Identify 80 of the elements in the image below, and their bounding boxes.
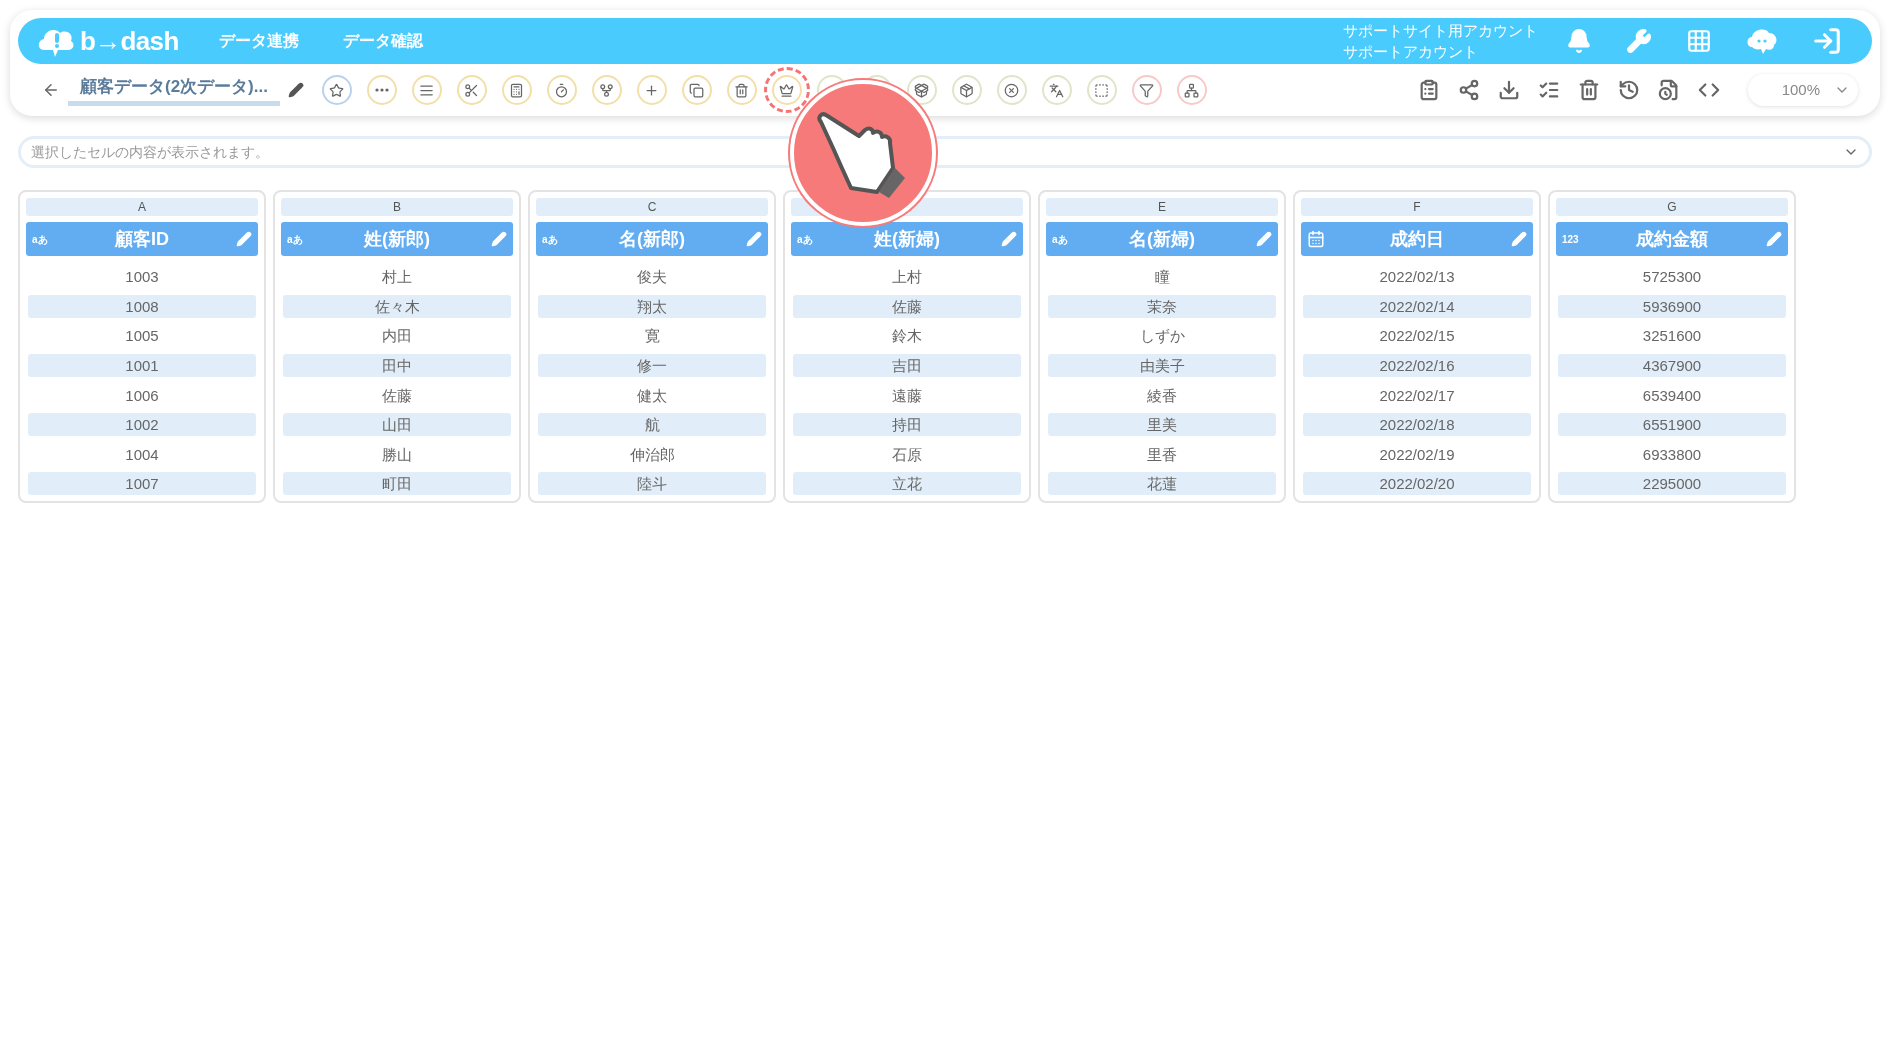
table-cell[interactable]: 6539400	[1558, 383, 1786, 407]
table-cell[interactable]: 寛	[538, 324, 766, 348]
table-cell[interactable]: 1005	[28, 324, 256, 348]
type-label: aあ	[1052, 232, 1068, 247]
table-cell[interactable]: 勝山	[283, 442, 511, 466]
column-name: 名(新婦)	[1128, 227, 1196, 251]
type-label: 123	[1562, 232, 1579, 247]
sheet-title[interactable]: 顧客データ(2次データ)...	[68, 74, 280, 106]
table-cell[interactable]: 健太	[538, 383, 766, 407]
type-label: aあ	[797, 232, 813, 247]
column-name: 姓(新郎)	[362, 227, 431, 251]
column-letter[interactable]: A	[26, 198, 258, 216]
table-cell[interactable]: 1004	[28, 442, 256, 466]
column-letter[interactable]: F	[1301, 198, 1533, 216]
table-cell[interactable]: 内田	[283, 324, 511, 348]
type-label: aあ	[32, 232, 48, 247]
table-cell[interactable]: 1001	[28, 354, 256, 378]
table-cell[interactable]: 上村	[793, 265, 1021, 289]
column-letter[interactable]: C	[536, 198, 768, 216]
table-cell[interactable]: 1007	[28, 472, 256, 496]
table-cell[interactable]: 5725300	[1558, 265, 1786, 289]
cell-viewer-field[interactable]: 選択したセルの内容が表示されます。	[18, 136, 1872, 168]
table-cell[interactable]: 茉奈	[1048, 294, 1276, 318]
type-label: aあ	[542, 232, 558, 247]
table-cell[interactable]: 遠藤	[793, 383, 1021, 407]
table-cell[interactable]: 鈴木	[793, 324, 1021, 348]
table-cell[interactable]: 1006	[28, 383, 256, 407]
table-cell[interactable]: 2022/02/15	[1303, 324, 1531, 348]
table-cell[interactable]: 伸治郎	[538, 442, 766, 466]
account-name: サポートアカウント	[1343, 42, 1479, 62]
table-cell[interactable]: 翔太	[538, 294, 766, 318]
table-cell[interactable]: 2022/02/14	[1303, 294, 1531, 318]
table-cell[interactable]: 2022/02/13	[1303, 265, 1531, 289]
table-cell[interactable]: 里香	[1048, 442, 1276, 466]
column-letter[interactable]: E	[1046, 198, 1278, 216]
table-cell[interactable]: 田中	[283, 354, 511, 378]
table-cell[interactable]: 里美	[1048, 413, 1276, 437]
table-cell[interactable]: 航	[538, 413, 766, 437]
table-cell[interactable]: 2022/02/18	[1303, 413, 1531, 437]
table-cell[interactable]: 佐藤	[793, 294, 1021, 318]
table-cell[interactable]: 2022/02/17	[1303, 383, 1531, 407]
column-letter[interactable]: G	[1556, 198, 1788, 216]
table-cell[interactable]: 俊夫	[538, 265, 766, 289]
table-cell[interactable]: 立花	[793, 472, 1021, 496]
table-cell[interactable]: 2022/02/19	[1303, 442, 1531, 466]
table-cell[interactable]: 1002	[28, 413, 256, 437]
table-cell[interactable]: 綾香	[1048, 383, 1276, 407]
table-cell[interactable]: 5936900	[1558, 294, 1786, 318]
table-cell[interactable]: 町田	[283, 472, 511, 496]
column-name: 成約日	[1389, 227, 1445, 251]
type-label: aあ	[287, 232, 303, 247]
table-cell[interactable]: 村上	[283, 265, 511, 289]
table-cell[interactable]: 修一	[538, 354, 766, 378]
table-cell[interactable]: 4367900	[1558, 354, 1786, 378]
table-cell[interactable]: 佐藤	[283, 383, 511, 407]
table-cell[interactable]: 1003	[28, 265, 256, 289]
column-name: 成約金額	[1635, 227, 1709, 251]
column-name: 名(新郎)	[618, 227, 686, 251]
table-cell[interactable]: 2022/02/16	[1303, 354, 1531, 378]
table-cell[interactable]: 由美子	[1048, 354, 1276, 378]
account-name: サポートサイト用アカウント	[1343, 21, 1538, 41]
column-name: 姓(新婦)	[872, 227, 941, 251]
table-cell[interactable]: 2022/02/20	[1303, 472, 1531, 496]
table-cell[interactable]: 3251600	[1558, 324, 1786, 348]
column-letter[interactable]: B	[281, 198, 513, 216]
table-cell[interactable]: 持田	[793, 413, 1021, 437]
table-cell[interactable]: しずか	[1048, 324, 1276, 348]
table-cell[interactable]: 6933800	[1558, 442, 1786, 466]
table-cell[interactable]: 石原	[793, 442, 1021, 466]
column-name: 顧客ID	[114, 227, 170, 251]
table-cell[interactable]: 2295000	[1558, 472, 1786, 496]
table-cell[interactable]: 花蓮	[1048, 472, 1276, 496]
table-cell[interactable]: 山田	[283, 413, 511, 437]
table-cell[interactable]: 瞳	[1048, 265, 1276, 289]
zoom-select[interactable]: 100%	[1748, 74, 1858, 106]
table-cell[interactable]: 6551900	[1558, 413, 1786, 437]
table-cell[interactable]: 1008	[28, 294, 256, 318]
table-cell[interactable]: 陸斗	[538, 472, 766, 496]
table-cell[interactable]: 佐々木	[283, 294, 511, 318]
table-cell[interactable]: 吉田	[793, 354, 1021, 378]
